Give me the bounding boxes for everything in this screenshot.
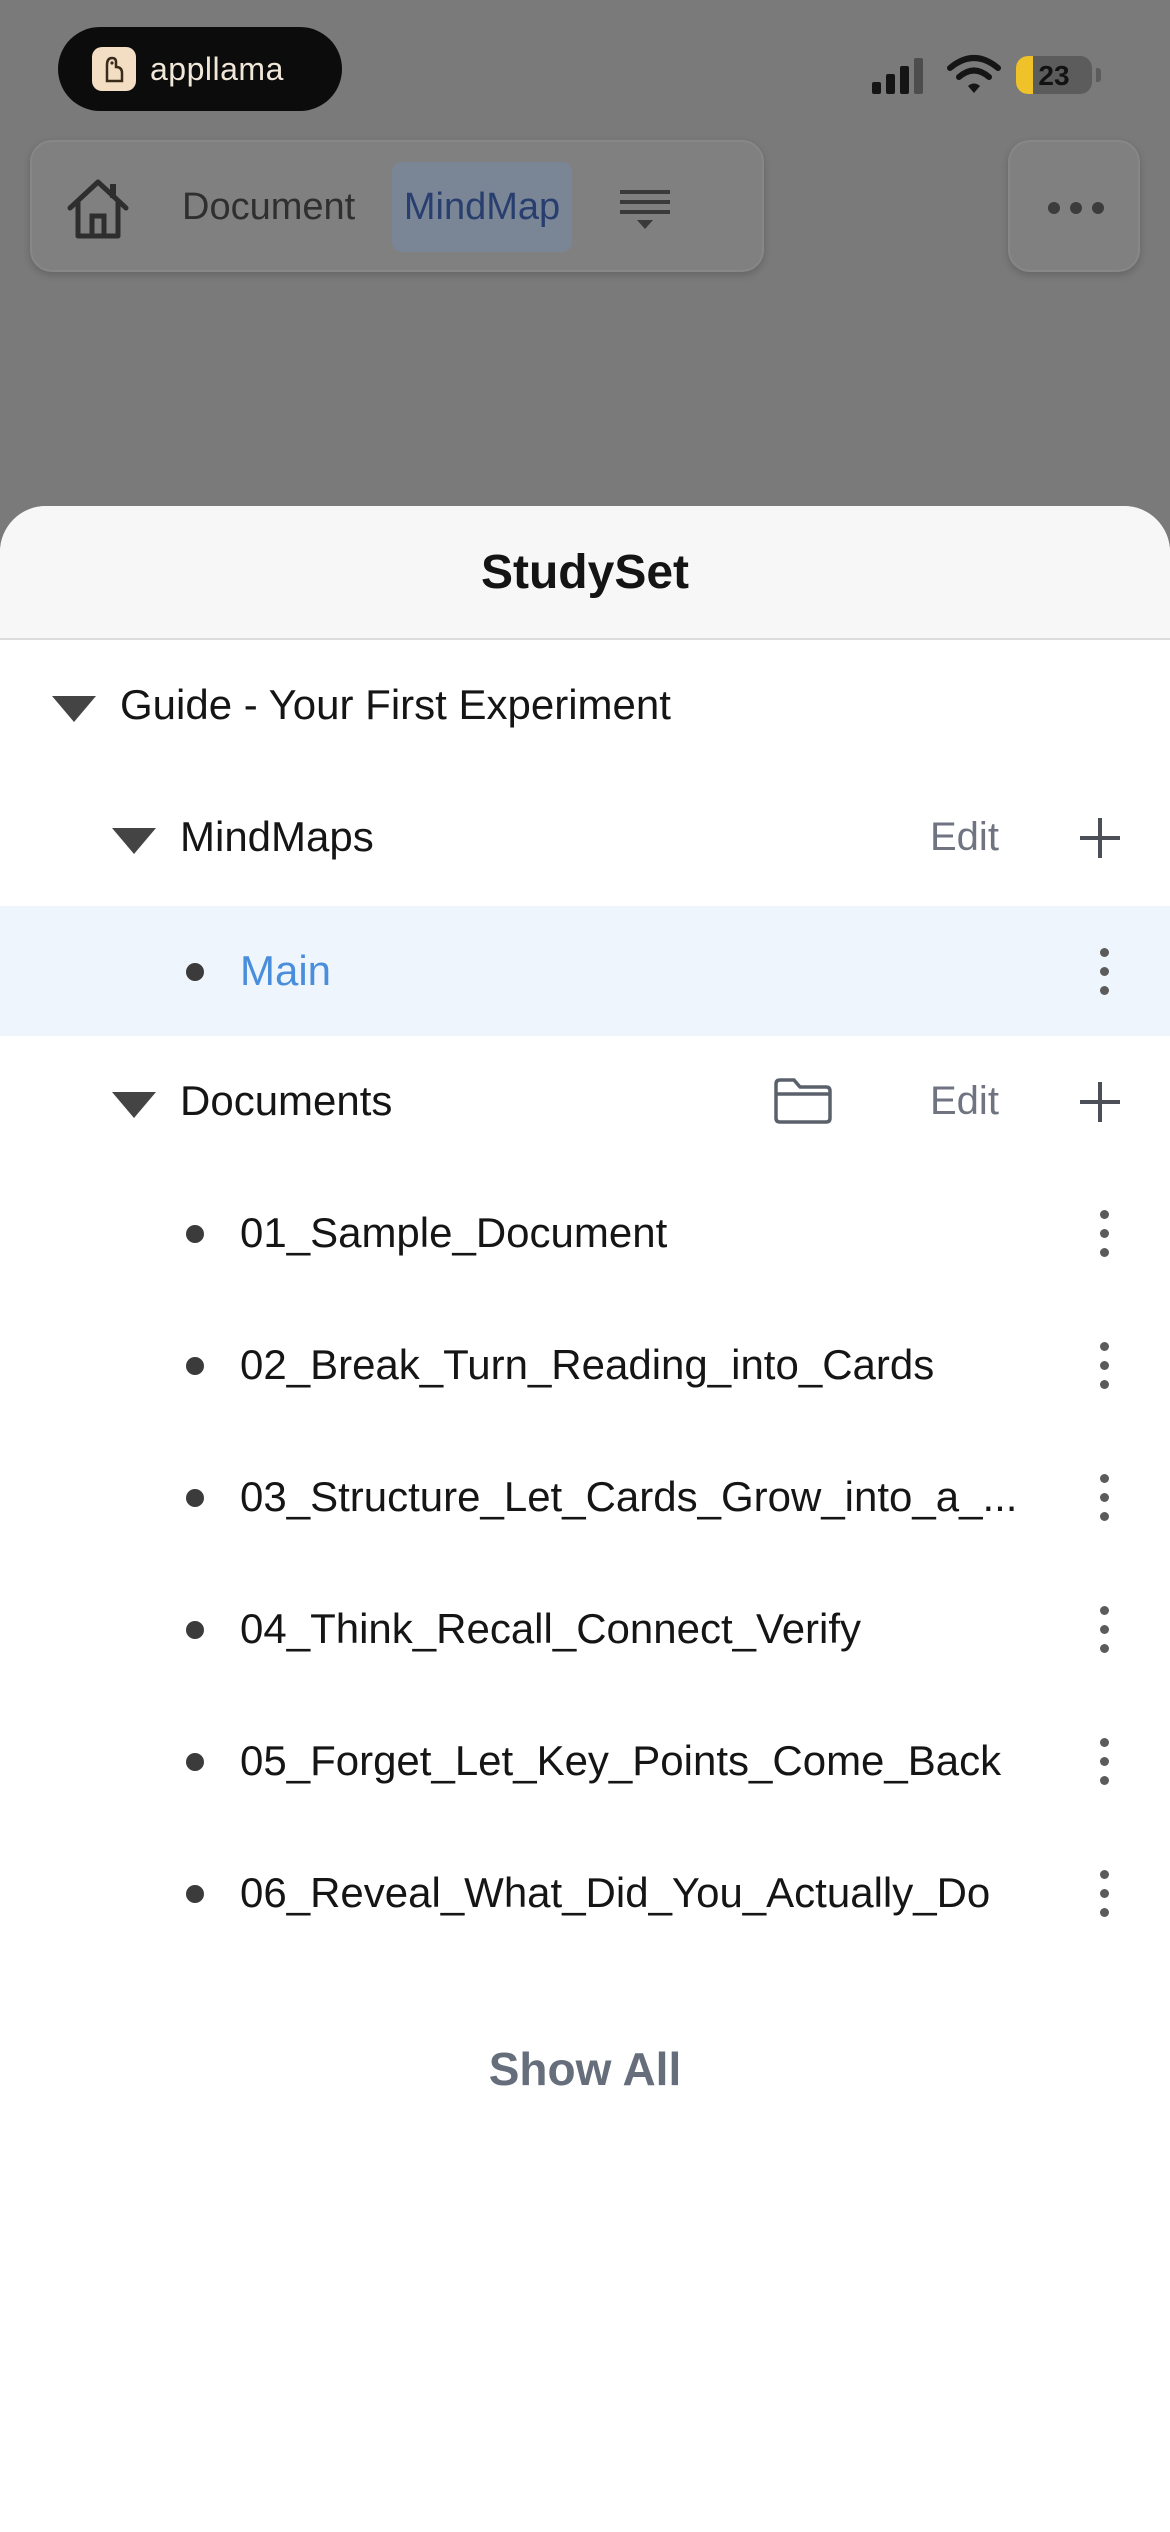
home-icon: [67, 179, 129, 239]
battery-level: 23: [1038, 60, 1070, 91]
list-item-label: Main: [240, 947, 332, 994]
cellular-signal-icon: [872, 58, 923, 94]
kebab-menu-icon[interactable]: [1090, 1606, 1118, 1654]
add-mindmap-plus-icon[interactable]: [1080, 818, 1120, 858]
list-item-label: 01_Sample_Document: [240, 1209, 668, 1256]
list-item-mindmap-main[interactable]: Main: [0, 906, 1170, 1036]
list-menu-button[interactable]: [618, 186, 674, 234]
app-badge: appllama: [58, 27, 342, 111]
list-dropdown-icon: [620, 190, 670, 229]
studyset-sheet: StudySet Guide - Your First Experiment M…: [0, 506, 1170, 2532]
add-document-plus-icon[interactable]: [1080, 1082, 1120, 1122]
top-toolbar: Document MindMap: [30, 140, 764, 272]
home-button[interactable]: [62, 172, 134, 244]
list-item-document[interactable]: 03_Structure_Let_Cards_Grow_into_a_...: [0, 1432, 1170, 1562]
bullet-icon: [186, 1489, 204, 1507]
show-all-button[interactable]: Show All: [0, 2042, 1170, 2096]
more-dot-icon: [1048, 202, 1060, 214]
more-dot-icon: [1070, 202, 1082, 214]
bullet-icon: [186, 1753, 204, 1771]
collapse-triangle-icon[interactable]: [112, 828, 156, 854]
status-icons: 23: [870, 46, 1170, 106]
bullet-icon: [186, 1357, 204, 1375]
more-dot-icon: [1092, 202, 1104, 214]
studyset-name: Guide - Your First Experiment: [120, 681, 671, 728]
bullet-icon: [186, 1885, 204, 1903]
tab-mindmap[interactable]: MindMap: [392, 162, 572, 252]
bullet-icon: [186, 963, 204, 981]
mindmaps-section-label: MindMaps: [180, 813, 374, 860]
kebab-menu-icon[interactable]: [1090, 1342, 1118, 1390]
list-item-label: 04_Think_Recall_Connect_Verify: [240, 1605, 862, 1652]
kebab-menu-icon[interactable]: [1090, 1870, 1118, 1918]
tab-document[interactable]: Document: [182, 186, 355, 229]
mindmaps-edit-button[interactable]: Edit: [930, 772, 999, 902]
list-item-document[interactable]: 06_Reveal_What_Did_You_Actually_Do: [0, 1828, 1170, 1958]
mindmaps-section-row: MindMaps Edit: [0, 772, 1170, 902]
more-options-button[interactable]: [1008, 140, 1140, 272]
list-item-label: 06_Reveal_What_Did_You_Actually_Do: [240, 1869, 991, 1916]
collapse-triangle-icon[interactable]: [52, 696, 96, 722]
list-item-label: 05_Forget_Let_Key_Points_Come_Back: [240, 1737, 1002, 1784]
folder-icon[interactable]: [772, 1076, 834, 1126]
battery-indicator: 23: [1016, 56, 1092, 94]
kebab-menu-icon[interactable]: [1090, 1474, 1118, 1522]
documents-section-label: Documents: [180, 1077, 393, 1124]
documents-section-row: Documents Edit: [0, 1036, 1170, 1166]
battery-cap: [1096, 68, 1101, 82]
kebab-menu-icon[interactable]: [1090, 948, 1118, 996]
sheet-title: StudySet: [480, 545, 690, 599]
bullet-icon: [186, 1621, 204, 1639]
llama-logo-icon: [92, 47, 136, 91]
sheet-header: StudySet: [0, 506, 1170, 640]
kebab-menu-icon[interactable]: [1090, 1738, 1118, 1786]
bullet-icon: [186, 1225, 204, 1243]
app-badge-name: appllama: [150, 50, 284, 87]
list-item-document[interactable]: 02_Break_Turn_Reading_into_Cards: [0, 1300, 1170, 1430]
list-item-label: 03_Structure_Let_Cards_Grow_into_a_...: [240, 1473, 1018, 1520]
list-item-document[interactable]: 05_Forget_Let_Key_Points_Come_Back: [0, 1696, 1170, 1826]
kebab-menu-icon[interactable]: [1090, 1210, 1118, 1258]
collapse-triangle-icon[interactable]: [112, 1092, 156, 1118]
list-item-document[interactable]: 04_Think_Recall_Connect_Verify: [0, 1564, 1170, 1694]
wifi-icon: [947, 55, 1001, 93]
list-item-document[interactable]: 01_Sample_Document: [0, 1168, 1170, 1298]
documents-edit-button[interactable]: Edit: [930, 1036, 999, 1166]
studyset-row[interactable]: Guide - Your First Experiment: [0, 640, 1170, 770]
list-item-label: 02_Break_Turn_Reading_into_Cards: [240, 1341, 935, 1388]
